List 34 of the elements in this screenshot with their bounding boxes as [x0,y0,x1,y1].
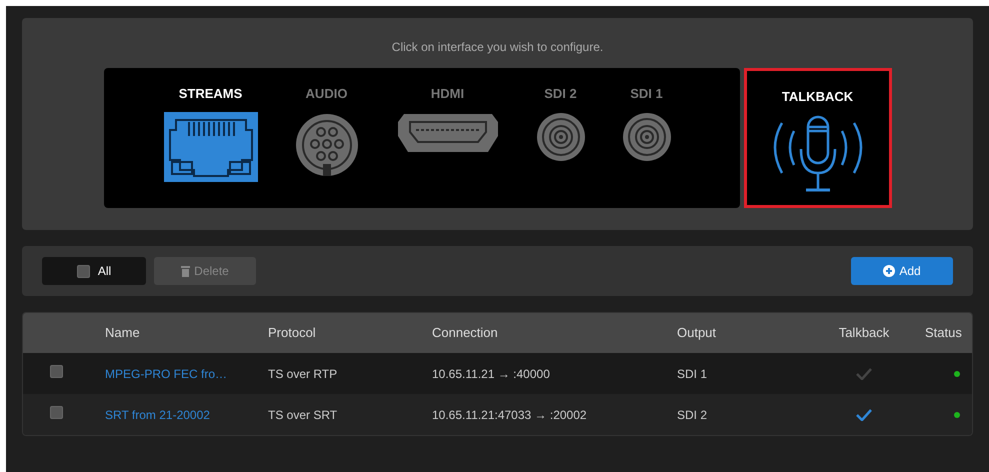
select-all-label: All [98,263,112,280]
ethernet-port-icon [164,112,258,182]
output-text: SDI 2 [677,408,708,422]
interface-option[interactable]: SDI 1 [610,68,684,208]
hdmi-port-icon [396,112,500,154]
row-checkbox[interactable] [50,364,63,378]
audio-connector-icon [294,112,360,178]
column-header: Status [925,325,962,340]
plus-circle-icon [883,265,896,277]
connection-text: 10.65.11.21:47033 → :20002 [432,408,587,422]
interface-option[interactable]: AUDIO [282,68,372,208]
interface-option[interactable]: TALKBACK [744,68,892,208]
interface-option[interactable]: HDMI [384,68,512,208]
protocol-text: TS over RTP [268,366,338,380]
column-header: Connection [432,325,498,340]
select-all-checkbox[interactable] [76,264,90,278]
interface-option[interactable]: SDI 2 [524,68,598,208]
select-all-toggle[interactable]: All [42,257,146,285]
stream-name-link[interactable]: MPEG-PRO FEC fro… [105,366,228,380]
stream-name-link[interactable]: SRT from 21-20002 [105,408,210,422]
output-text: SDI 1 [677,366,708,380]
column-header: Output [677,325,716,340]
trash-icon [181,266,190,276]
protocol-text: TS over SRT [268,408,338,422]
connection-text: 10.65.11.21 → :40000 [432,366,550,380]
row-checkbox[interactable] [50,406,63,418]
instruction-text: Click on interface you wish to configure. [392,39,604,56]
bnc-connector-icon [536,112,586,162]
column-header: Talkback [838,325,890,340]
add-button[interactable]: Add [851,257,953,285]
bnc-connector-icon [622,112,672,162]
interface-option[interactable]: STREAMS [152,68,270,208]
column-header: Protocol [268,325,316,340]
column-header: Name [105,325,140,340]
